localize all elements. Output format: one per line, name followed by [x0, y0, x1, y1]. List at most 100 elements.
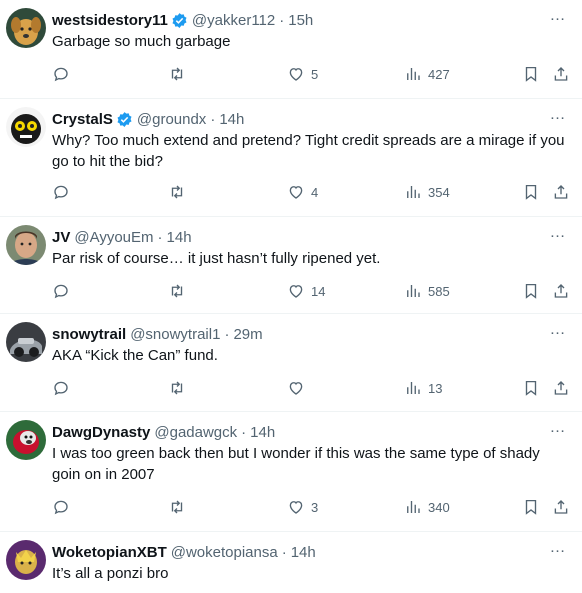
more-icon[interactable]: …: [548, 107, 568, 129]
share-button[interactable]: [552, 498, 570, 516]
verified-icon: [172, 12, 187, 28]
bookmark-button[interactable]: [522, 282, 540, 300]
tweet-text: Why? Too much extend and pretend? Tight …: [52, 132, 565, 170]
like-icon: [289, 382, 303, 395]
views-button[interactable]: 354: [404, 183, 450, 201]
like-icon: [289, 186, 303, 199]
like-button[interactable]: [287, 379, 311, 397]
views-button[interactable]: 340: [404, 498, 450, 516]
like-count: 4: [311, 184, 319, 200]
like-button[interactable]: 14: [287, 282, 325, 300]
user-handle[interactable]: @snowytrail1: [130, 326, 220, 343]
tweet-text: I was too green back then but I wonder i…: [52, 445, 540, 483]
more-icon[interactable]: …: [548, 420, 568, 442]
views-icon: [407, 68, 420, 80]
tweet-text: It’s all a ponzi bro: [52, 565, 169, 582]
like-icon: [289, 285, 303, 298]
verified-icon: [117, 111, 132, 127]
display-name[interactable]: CrystalS: [52, 111, 113, 128]
timestamp[interactable]: 14h: [167, 229, 192, 246]
reply-button[interactable]: [52, 379, 76, 397]
retweet-button[interactable]: [168, 65, 192, 83]
timestamp[interactable]: 14h: [219, 111, 244, 128]
tweet[interactable]: CrystalS @groundx · 14h … Why? Too much …: [0, 99, 582, 217]
share-button[interactable]: [552, 183, 570, 201]
display-name[interactable]: WoketopianXBT: [52, 544, 167, 561]
view-count: 354: [428, 184, 450, 200]
tweet-text: Par risk of course… it just hasn’t fully…: [52, 250, 381, 267]
display-name[interactable]: snowytrail: [52, 326, 126, 343]
display-name[interactable]: DawgDynasty: [52, 424, 150, 441]
views-icon: [407, 382, 420, 394]
bookmark-button[interactable]: [522, 379, 540, 397]
bookmark-button[interactable]: [522, 65, 540, 83]
separator-dot: ·: [224, 325, 230, 343]
share-button[interactable]: [552, 379, 570, 397]
retweet-button[interactable]: [168, 183, 192, 201]
bookmark-button[interactable]: [522, 183, 540, 201]
reply-icon: [54, 500, 68, 515]
reply-button[interactable]: [52, 65, 76, 83]
separator-dot: ·: [281, 543, 287, 561]
bookmark-icon: [525, 380, 537, 396]
bookmark-icon: [525, 184, 537, 200]
retweet-button[interactable]: [168, 498, 192, 516]
share-icon: [554, 381, 568, 395]
reply-button[interactable]: [52, 183, 76, 201]
retweet-button[interactable]: [168, 379, 192, 397]
user-handle[interactable]: @groundx: [137, 111, 206, 128]
avatar[interactable]: [6, 8, 46, 48]
more-icon[interactable]: …: [548, 322, 568, 344]
more-icon[interactable]: …: [548, 8, 568, 30]
more-icon[interactable]: …: [548, 540, 568, 562]
avatar[interactable]: [6, 107, 46, 147]
user-handle[interactable]: @gadawgck: [154, 424, 237, 441]
user-handle[interactable]: @AyyouEm: [74, 229, 153, 246]
like-count: 3: [311, 499, 319, 515]
bookmark-icon: [525, 66, 537, 82]
avatar[interactable]: [6, 540, 46, 580]
separator-dot: ·: [210, 110, 216, 128]
timestamp[interactable]: 29m: [233, 326, 262, 343]
avatar[interactable]: [6, 225, 46, 265]
like-button[interactable]: 5: [287, 65, 318, 83]
separator-dot: ·: [279, 11, 285, 29]
tweet[interactable]: WoketopianXBT @woketopiansa · 14h … It’s…: [0, 532, 582, 593]
reply-button[interactable]: [52, 282, 76, 300]
user-handle[interactable]: @woketopiansa: [171, 544, 278, 561]
more-icon[interactable]: …: [548, 225, 568, 247]
views-button[interactable]: 13: [404, 379, 442, 397]
views-icon: [407, 501, 420, 513]
share-icon: [554, 67, 568, 81]
bookmark-icon: [525, 499, 537, 515]
share-button[interactable]: [552, 282, 570, 300]
retweet-button[interactable]: [168, 282, 192, 300]
share-icon: [554, 284, 568, 298]
reply-button[interactable]: [52, 498, 76, 516]
like-icon: [289, 501, 303, 514]
tweet[interactable]: snowytrail @snowytrail1 · 29m … AKA “Kic…: [0, 314, 582, 412]
bookmark-button[interactable]: [522, 498, 540, 516]
like-button[interactable]: 4: [287, 183, 318, 201]
like-count: 5: [311, 66, 319, 82]
avatar[interactable]: [6, 322, 46, 362]
timestamp[interactable]: 14h: [250, 424, 275, 441]
separator-dot: ·: [157, 228, 163, 246]
like-icon: [289, 68, 303, 81]
views-button[interactable]: 585: [404, 282, 450, 300]
timestamp[interactable]: 14h: [291, 544, 316, 561]
user-handle[interactable]: @yakker112: [192, 12, 275, 29]
views-button[interactable]: 427: [404, 65, 450, 83]
share-button[interactable]: [552, 65, 570, 83]
reply-icon: [54, 185, 68, 200]
avatar[interactable]: [6, 420, 46, 460]
reply-icon: [54, 381, 68, 396]
retweet-icon: [171, 284, 183, 298]
timestamp[interactable]: 15h: [288, 12, 313, 29]
tweet[interactable]: JV @AyyouEm · 14h … Par risk of course… …: [0, 217, 582, 314]
display-name[interactable]: JV: [52, 229, 70, 246]
like-button[interactable]: 3: [287, 498, 318, 516]
tweet[interactable]: DawgDynasty @gadawgck · 14h … I was too …: [0, 412, 582, 532]
tweet[interactable]: westsidestory11 @yakker112 · 15h … Garba…: [0, 0, 582, 99]
display-name[interactable]: westsidestory11: [52, 12, 168, 29]
